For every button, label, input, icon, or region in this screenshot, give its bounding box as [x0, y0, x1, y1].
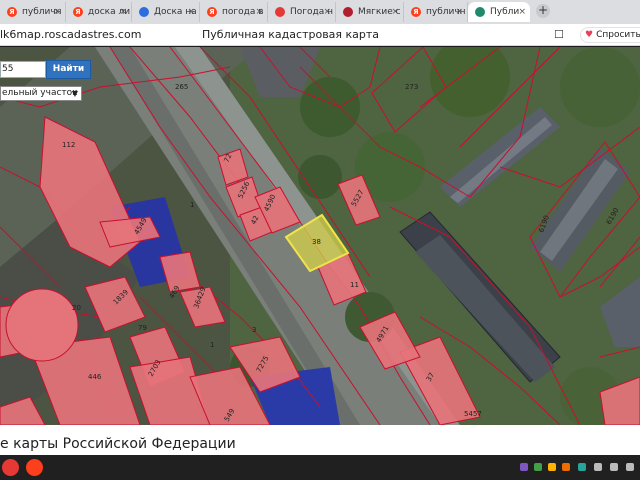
yandex-icon: Я [7, 7, 17, 17]
yandex-icon: Я [207, 7, 217, 17]
parcel-label: 1 [210, 341, 214, 349]
close-icon[interactable]: × [518, 7, 526, 17]
parcel-label: 1 [190, 201, 194, 209]
tray-icon[interactable] [578, 463, 586, 471]
parcel-label: 11 [350, 281, 359, 289]
yandex-browser-icon[interactable] [26, 459, 43, 476]
tray-icon[interactable] [520, 463, 528, 471]
volume-icon[interactable] [610, 463, 618, 471]
tray-icon[interactable] [562, 463, 570, 471]
browser-tab[interactable]: Мягкие с × [336, 2, 404, 22]
address-bar: lk6map.roscadastres.com Публичная кадаст… [0, 24, 640, 46]
bookmark-icon[interactable]: ☐ [554, 28, 564, 41]
browser-tab[interactable]: Погода н × [268, 2, 336, 22]
shop-icon [343, 7, 353, 17]
new-tab-button[interactable]: + [536, 4, 550, 18]
rosreestr-icon [475, 7, 485, 17]
find-button[interactable]: Найти [46, 60, 91, 79]
browser-tab[interactable]: Доска на × [132, 2, 200, 22]
app-icon[interactable] [2, 459, 19, 476]
browser-tab-label: Публи [490, 7, 520, 17]
footer-text: е карты Российской Федерации [0, 436, 236, 452]
close-icon[interactable]: × [391, 7, 399, 17]
close-icon[interactable]: × [187, 7, 195, 17]
close-icon[interactable]: × [119, 7, 127, 17]
close-icon[interactable]: × [323, 7, 331, 17]
close-icon[interactable]: × [53, 7, 61, 17]
parcel-label: 5457 [464, 410, 482, 418]
parcel-label: 112 [62, 141, 75, 149]
page-footer: е карты Российской Федерации [0, 425, 640, 455]
tray-icon[interactable] [534, 463, 542, 471]
parcel-label: 38 [312, 238, 321, 246]
avito-icon [139, 7, 149, 17]
battery-icon[interactable] [626, 463, 634, 471]
ask-label: Спросить [596, 30, 640, 40]
network-icon[interactable] [594, 463, 602, 471]
browser-tab[interactable]: Публи × [468, 2, 530, 22]
browser-tab[interactable]: Япубличн × [0, 2, 66, 22]
parcel-label: 446 [88, 373, 102, 381]
weather-icon [275, 7, 285, 17]
object-type-value: ельный участок [2, 88, 78, 98]
search-input[interactable]: 55 [0, 61, 46, 78]
parcel-label: 273 [405, 83, 418, 91]
yandex-icon: Я [411, 7, 421, 17]
parcel-label: 265 [175, 83, 188, 91]
chevron-down-icon: ▼ [71, 89, 78, 98]
heart-icon: ♥ [585, 30, 594, 40]
yandex-icon: Я [73, 7, 83, 17]
parcel-label: 3 [252, 326, 256, 334]
tray-icon[interactable] [548, 463, 556, 471]
page-title: Публичная кадастровая карта [202, 28, 380, 41]
object-type-select[interactable]: ельный участок ▼ [0, 86, 82, 101]
url-text[interactable]: lk6map.roscadastres.com [0, 28, 141, 41]
close-icon[interactable]: × [255, 7, 263, 17]
parcel-label: 79 [138, 324, 147, 332]
ask-button[interactable]: ♥ Спросить [580, 27, 640, 43]
close-icon[interactable]: × [455, 7, 463, 17]
parcel-label: 20 [72, 304, 81, 312]
browser-tab[interactable]: Япубличн × [404, 2, 468, 22]
browser-tab[interactable]: Япогода в × [200, 2, 268, 22]
map-page: 265 273 112 5527 72 5256 42 4590 6190 4549 1 38 11 61… [0, 47, 640, 425]
cadastral-map[interactable]: 265 2731125527725256424590619045491381161… [0, 47, 640, 425]
os-taskbar [0, 455, 640, 480]
browser-tab[interactable]: Ядоска ли × [66, 2, 132, 22]
